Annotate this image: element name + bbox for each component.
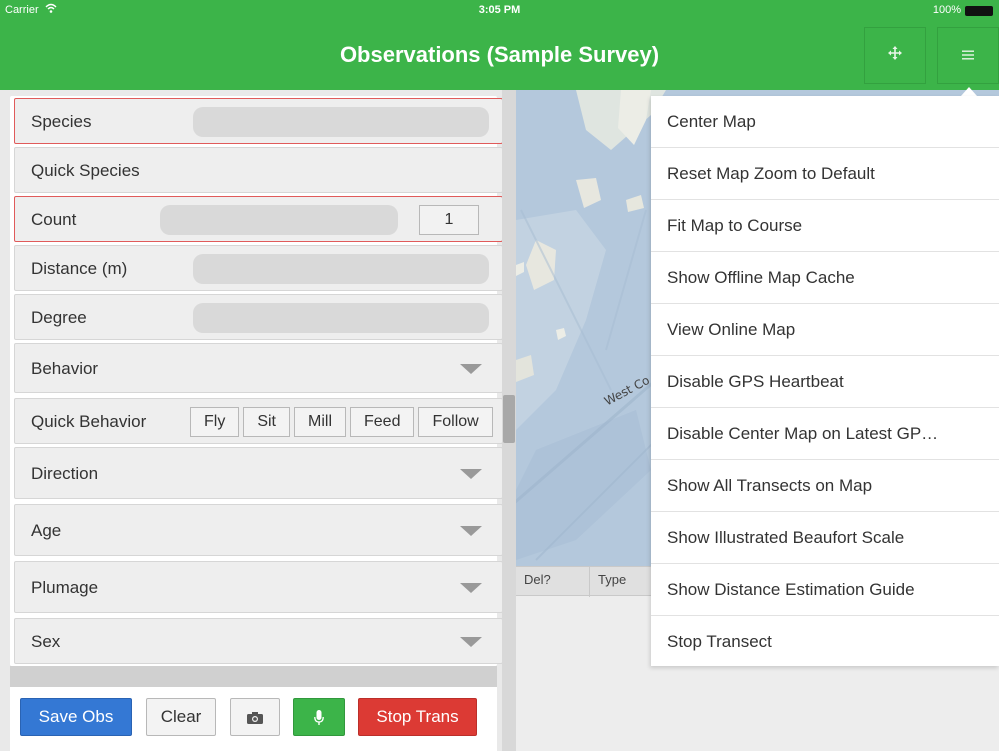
behavior-follow-button[interactable]: Follow [418,407,493,437]
status-time: 3:05 PM [478,4,521,16]
chevron-down-icon [460,469,482,479]
menu-item-beaufort-scale[interactable]: Show Illustrated Beaufort Scale [651,512,999,564]
menu-item-show-transects[interactable]: Show All Transects on Map [651,460,999,512]
direction-select[interactable]: Direction [14,447,503,499]
distance-label: Distance (m) [31,259,128,278]
move-arrows-icon [888,46,902,65]
menu-item-distance-guide[interactable]: Show Distance Estimation Guide [651,564,999,616]
age-select[interactable]: Age [14,504,503,556]
plumage-label: Plumage [31,578,99,597]
behavior-mill-button[interactable]: Mill [294,407,346,437]
behavior-label: Behavior [31,359,99,378]
count-row: Count 1 [14,196,503,242]
sex-select[interactable]: Sex [14,618,503,664]
direction-label: Direction [31,464,99,483]
column-del[interactable]: Del? [516,567,590,597]
panel-splitter[interactable] [502,90,516,751]
bottom-toolbar: Save Obs Clear Stop Trans [10,687,497,751]
menu-button[interactable] [937,27,999,84]
distance-input[interactable] [193,254,489,284]
behavior-select[interactable]: Behavior [14,343,503,393]
microphone-icon [314,707,324,726]
quick-behavior-label: Quick Behavior [31,412,147,431]
menu-item-reset-zoom[interactable]: Reset Map Zoom to Default [651,148,999,200]
form-divider [10,666,497,687]
chevron-down-icon [460,364,482,374]
camera-button[interactable] [230,698,280,736]
stop-trans-button[interactable]: Stop Trans [358,698,477,736]
chevron-down-icon [460,526,482,536]
splitter-handle[interactable] [503,395,515,443]
plumage-select[interactable]: Plumage [14,561,503,613]
quick-species-row[interactable]: Quick Species [14,147,503,193]
microphone-button[interactable] [293,698,345,736]
menu-item-disable-center-gps[interactable]: Disable Center Map on Latest GP… [651,408,999,460]
menu-item-disable-gps-heartbeat[interactable]: Disable GPS Heartbeat [651,356,999,408]
count-value[interactable]: 1 [419,205,479,235]
quick-behavior-buttons: Fly Sit Mill Feed Follow [190,407,495,437]
page-title: Observations (Sample Survey) [339,42,660,67]
menu-item-offline-cache[interactable]: Show Offline Map Cache [651,252,999,304]
chevron-down-icon [460,583,482,593]
battery-icon [965,6,993,16]
degree-input[interactable] [193,303,489,333]
age-label: Age [31,521,62,540]
move-map-button[interactable] [864,27,926,84]
sex-label: Sex [31,632,61,651]
degree-label: Degree [31,308,87,327]
behavior-fly-button[interactable]: Fly [190,407,240,437]
camera-icon [247,707,263,726]
hamburger-icon [962,47,974,65]
behavior-feed-button[interactable]: Feed [350,407,415,437]
menu-item-online-map[interactable]: View Online Map [651,304,999,356]
chevron-down-icon [460,637,482,647]
menu-caret [961,87,977,96]
menu-item-stop-transect[interactable]: Stop Transect [651,616,999,668]
distance-row: Distance (m) [14,245,503,291]
nav-bar: Observations (Sample Survey) [0,20,999,90]
quick-species-label: Quick Species [31,161,140,180]
count-label: Count [31,210,77,229]
save-obs-button[interactable]: Save Obs [20,698,132,736]
battery-percent: 100% [932,4,961,16]
quick-behavior-row: Quick Behavior Fly Sit Mill Feed Follow [14,398,503,444]
menu-item-fit-course[interactable]: Fit Map to Course [651,200,999,252]
species-input[interactable] [193,107,489,137]
species-label: Species [31,112,92,131]
options-menu: Center Map Reset Map Zoom to Default Fit… [651,96,999,666]
count-slider[interactable] [160,205,398,235]
observation-form: Species Quick Species Count 1 Distance (… [10,96,503,666]
app-screen: Carrier 3:05 PM 100% Observations (Sampl… [0,0,999,751]
clear-button[interactable]: Clear [146,698,216,736]
column-type[interactable]: Type [590,567,660,597]
behavior-sit-button[interactable]: Sit [243,407,290,437]
status-bar: Carrier 3:05 PM 100% [0,0,999,20]
species-row: Species [14,98,503,144]
menu-item-center-map[interactable]: Center Map [651,96,999,148]
degree-row: Degree [14,294,503,340]
